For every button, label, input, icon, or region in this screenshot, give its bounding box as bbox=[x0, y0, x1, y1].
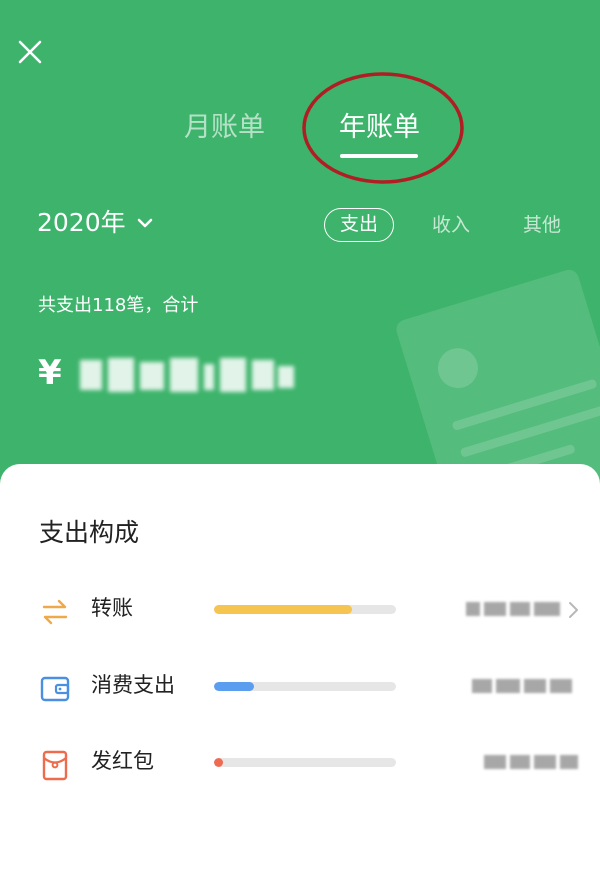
breakdown-row-transfer[interactable]: 转账 bbox=[0, 585, 600, 635]
expense-breakdown-card: 支出构成 转账 消费支出 发红包 bbox=[0, 464, 600, 873]
breakdown-row-consumption[interactable]: 消费支出 bbox=[0, 662, 600, 712]
breakdown-label: 消费支出 bbox=[91, 673, 175, 697]
progress-track bbox=[214, 758, 396, 767]
chevron-right-icon bbox=[569, 602, 578, 618]
year-label: 2020年 bbox=[37, 208, 126, 237]
tab-yearly-bill[interactable]: 年账单 bbox=[339, 110, 420, 146]
wallet-icon bbox=[40, 676, 70, 702]
filter-expense[interactable]: 支出 bbox=[324, 208, 394, 242]
amount-redacted bbox=[472, 675, 580, 697]
amount-redacted bbox=[484, 751, 580, 773]
filter-income[interactable]: 收入 bbox=[432, 208, 470, 242]
amount-redacted bbox=[466, 598, 562, 620]
active-tab-indicator bbox=[340, 154, 418, 158]
section-title: 支出构成 bbox=[39, 518, 140, 547]
currency-symbol: ¥ bbox=[38, 353, 62, 393]
transfer-arrows-icon bbox=[42, 599, 68, 625]
filter-other[interactable]: 其他 bbox=[523, 208, 561, 242]
progress-track bbox=[214, 605, 396, 614]
breakdown-label: 转账 bbox=[91, 596, 133, 620]
chevron-down-icon bbox=[137, 218, 152, 228]
tab-monthly-bill[interactable]: 月账单 bbox=[184, 110, 265, 146]
total-amount-redacted bbox=[70, 350, 302, 400]
breakdown-row-red-packet[interactable]: 发红包 bbox=[0, 738, 600, 788]
close-button[interactable] bbox=[14, 36, 46, 68]
progress-fill bbox=[214, 682, 254, 691]
progress-fill bbox=[214, 758, 223, 767]
close-icon bbox=[18, 40, 42, 64]
year-selector[interactable]: 2020年 bbox=[37, 206, 156, 240]
progress-fill bbox=[214, 605, 352, 614]
red-packet-icon bbox=[42, 750, 68, 781]
expense-count-summary: 共支出118笔，合计 bbox=[38, 295, 199, 316]
bill-header: 月账单 年账单 2020年 支出 收入 其他 共支出118笔，合计 ¥ bbox=[0, 0, 600, 500]
breakdown-label: 发红包 bbox=[91, 749, 154, 773]
progress-track bbox=[214, 682, 396, 691]
